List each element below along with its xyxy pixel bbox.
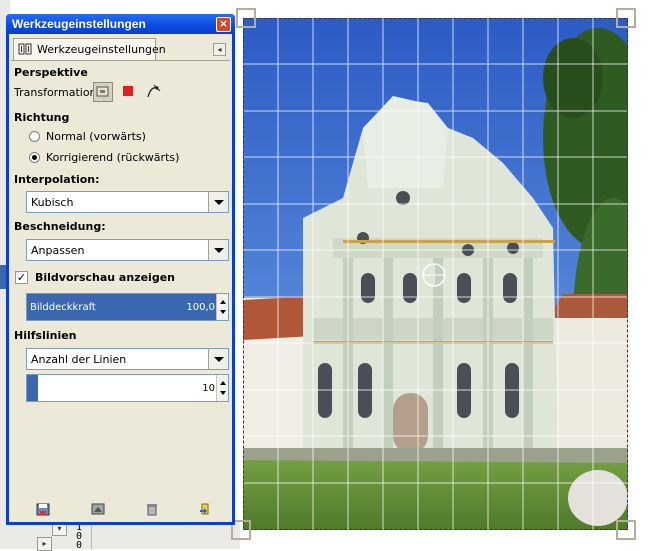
layer-transform-button[interactable] bbox=[93, 82, 113, 102]
tool-options-dialog: Werkzeugeinstellungen × Werkzeugeinstell… bbox=[6, 14, 235, 525]
guides-heading: Hilfslinien bbox=[14, 329, 77, 342]
guides-stepper[interactable] bbox=[216, 375, 228, 401]
guides-count-value: 10 bbox=[202, 383, 215, 394]
direction-normal-radio[interactable] bbox=[29, 131, 40, 142]
image-canvas[interactable] bbox=[243, 18, 628, 530]
path-transform-icon bbox=[147, 84, 161, 98]
dialog-titlebar[interactable]: Werkzeugeinstellungen × bbox=[6, 14, 235, 34]
guides-type-select[interactable]: Anzahl der Linien bbox=[26, 348, 229, 370]
corner-handle-bottom-right[interactable] bbox=[616, 520, 636, 540]
chevron-down-icon[interactable] bbox=[208, 240, 228, 260]
selection-transform-button[interactable] bbox=[119, 82, 139, 102]
preview-label: Bildvorschau anzeigen bbox=[35, 271, 175, 284]
chevron-down-icon[interactable] bbox=[208, 349, 228, 369]
guides-fill-bar bbox=[27, 375, 38, 401]
delete-options-icon[interactable] bbox=[145, 502, 159, 516]
dialog-title: Werkzeugeinstellungen bbox=[12, 17, 146, 31]
clipping-value: Anpassen bbox=[31, 244, 85, 257]
clipping-heading: Beschneidung: bbox=[14, 220, 106, 233]
opacity-spinscale[interactable]: Bilddeckkraft 100,0 bbox=[26, 293, 229, 321]
selection-transform-icon bbox=[123, 86, 133, 96]
interpolation-value: Kubisch bbox=[31, 196, 74, 209]
transformation-label: Transformation: bbox=[14, 86, 101, 99]
reset-options-icon[interactable] bbox=[198, 502, 212, 516]
tab-tool-options[interactable]: Werkzeugeinstellungen bbox=[13, 38, 166, 60]
chevron-down-icon[interactable] bbox=[208, 192, 228, 212]
interpolation-select[interactable]: Kubisch bbox=[26, 191, 229, 213]
direction-normal-label: Normal (vorwärts) bbox=[46, 130, 146, 143]
interpolation-heading: Interpolation: bbox=[14, 173, 100, 186]
tool-options-icon bbox=[18, 43, 32, 55]
direction-corrective-label: Korrigierend (rückwärts) bbox=[46, 151, 180, 164]
clipping-select[interactable]: Anpassen bbox=[26, 239, 229, 261]
corner-handle-top-left[interactable] bbox=[236, 8, 256, 28]
guides-count-spinscale[interactable]: 10 bbox=[26, 374, 229, 402]
vertical-ruler-numbers: 100 bbox=[75, 522, 83, 551]
dialog-client-area: Werkzeugeinstellungen ◂ Perspektive Tran… bbox=[9, 34, 232, 522]
corner-handle-top-right[interactable] bbox=[616, 8, 636, 28]
close-icon[interactable]: × bbox=[216, 17, 231, 32]
tool-options-panel: Perspektive Transformation: Richtung Nor… bbox=[11, 60, 230, 503]
restore-options-icon[interactable] bbox=[91, 502, 105, 516]
tab-label: Werkzeugeinstellungen bbox=[37, 43, 166, 56]
building-photo bbox=[243, 18, 628, 530]
opacity-value: 100,0 bbox=[186, 302, 215, 313]
opacity-stepper[interactable] bbox=[216, 294, 228, 320]
save-options-icon[interactable] bbox=[36, 502, 50, 516]
opacity-label: Bilddeckkraft bbox=[30, 302, 96, 313]
perspective-heading: Perspektive bbox=[14, 66, 88, 79]
direction-corrective-radio[interactable] bbox=[29, 152, 40, 163]
preview-checkbox[interactable]: ✓ bbox=[15, 271, 28, 284]
tab-menu-arrow-icon[interactable]: ◂ bbox=[213, 43, 226, 56]
guides-type-value: Anzahl der Linien bbox=[31, 353, 127, 366]
layer-transform-icon bbox=[96, 86, 109, 97]
path-transform-button[interactable] bbox=[145, 82, 165, 102]
direction-heading: Richtung bbox=[14, 111, 70, 124]
